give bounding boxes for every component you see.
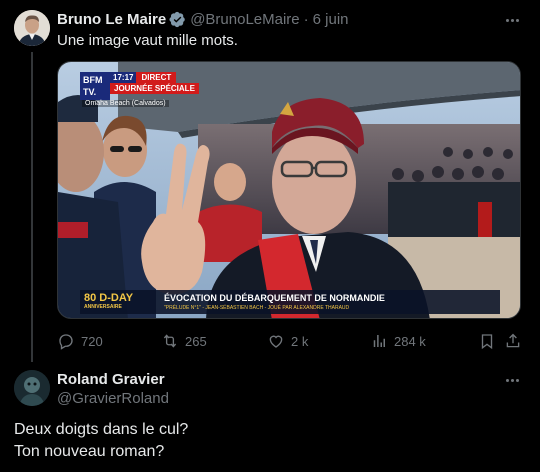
repost-button[interactable]: 265 bbox=[161, 332, 207, 350]
bookmark-button[interactable] bbox=[478, 332, 502, 350]
reply-more-icon[interactable] bbox=[502, 370, 522, 390]
like-icon bbox=[269, 335, 283, 348]
share-button[interactable] bbox=[504, 332, 528, 350]
tweet-media[interactable]: BFM TV. 17:17 DIRECT JOURNÉE SPÉCIALE Om… bbox=[57, 61, 521, 319]
bookmark-icon bbox=[481, 334, 493, 350]
thread-line bbox=[31, 52, 33, 362]
more-icon[interactable] bbox=[502, 10, 522, 30]
share-icon bbox=[506, 333, 520, 348]
reply-author-handle[interactable]: @GravierRoland bbox=[57, 390, 169, 407]
reply-text-line: Deux doigts dans le cul? bbox=[14, 421, 189, 438]
ticker-subtitle: "PRÉLUDE N°1" - JEAN-SÉBASTIEN BACH - JO… bbox=[164, 304, 350, 311]
tweet-text: Une image vaut mille mots. bbox=[57, 32, 238, 49]
ticker: 80 D-DAY ANNIVERSAIRE ÉVOCATION DU DÉBAR… bbox=[80, 290, 500, 314]
reply-button[interactable]: 720 bbox=[57, 332, 103, 350]
author-name[interactable]: Bruno Le Maire bbox=[57, 11, 166, 28]
broadcast-time: 17:17 bbox=[110, 72, 137, 83]
author-handle[interactable]: @BrunoLeMaire bbox=[190, 11, 299, 28]
reply-header: Roland Gravier bbox=[57, 371, 165, 388]
reply-icon bbox=[59, 334, 73, 350]
views-button[interactable]: 284 k bbox=[370, 332, 426, 350]
channel-logo: BFM TV. bbox=[80, 72, 110, 100]
tweet-actions: 720 265 2 k 284 k bbox=[57, 332, 523, 352]
repost-count: 265 bbox=[185, 333, 207, 349]
reply-author-name[interactable]: Roland Gravier bbox=[57, 371, 165, 388]
live-badge: DIRECT bbox=[136, 72, 177, 83]
reply-avatar[interactable] bbox=[14, 370, 50, 406]
reply-count: 720 bbox=[81, 333, 103, 349]
special-banner: JOURNÉE SPÉCIALE bbox=[110, 83, 199, 94]
views-count: 284 k bbox=[394, 333, 426, 349]
repost-icon bbox=[163, 334, 177, 348]
separator-dot: · bbox=[303, 11, 309, 28]
tweet-header: Bruno Le Maire @BrunoLeMaire · 6 juin bbox=[57, 11, 349, 28]
reply-text: Deux doigts dans le cul? Ton nouveau rom… bbox=[14, 419, 188, 463]
tweet-date[interactable]: 6 juin bbox=[313, 11, 349, 28]
like-button[interactable]: 2 k bbox=[267, 332, 308, 350]
views-icon bbox=[373, 335, 385, 347]
like-count: 2 k bbox=[291, 333, 309, 349]
dday-logo: 80 D-DAY ANNIVERSAIRE bbox=[84, 292, 134, 311]
ticker-title: ÉVOCATION DU DÉBARQUEMENT DE NORMANDIE bbox=[164, 292, 385, 303]
verified-icon bbox=[169, 11, 185, 28]
avatar[interactable] bbox=[14, 10, 50, 46]
reply-text-line: Ton nouveau roman? bbox=[14, 443, 165, 460]
location-label: Omaha Beach (Calvados) bbox=[82, 100, 169, 107]
